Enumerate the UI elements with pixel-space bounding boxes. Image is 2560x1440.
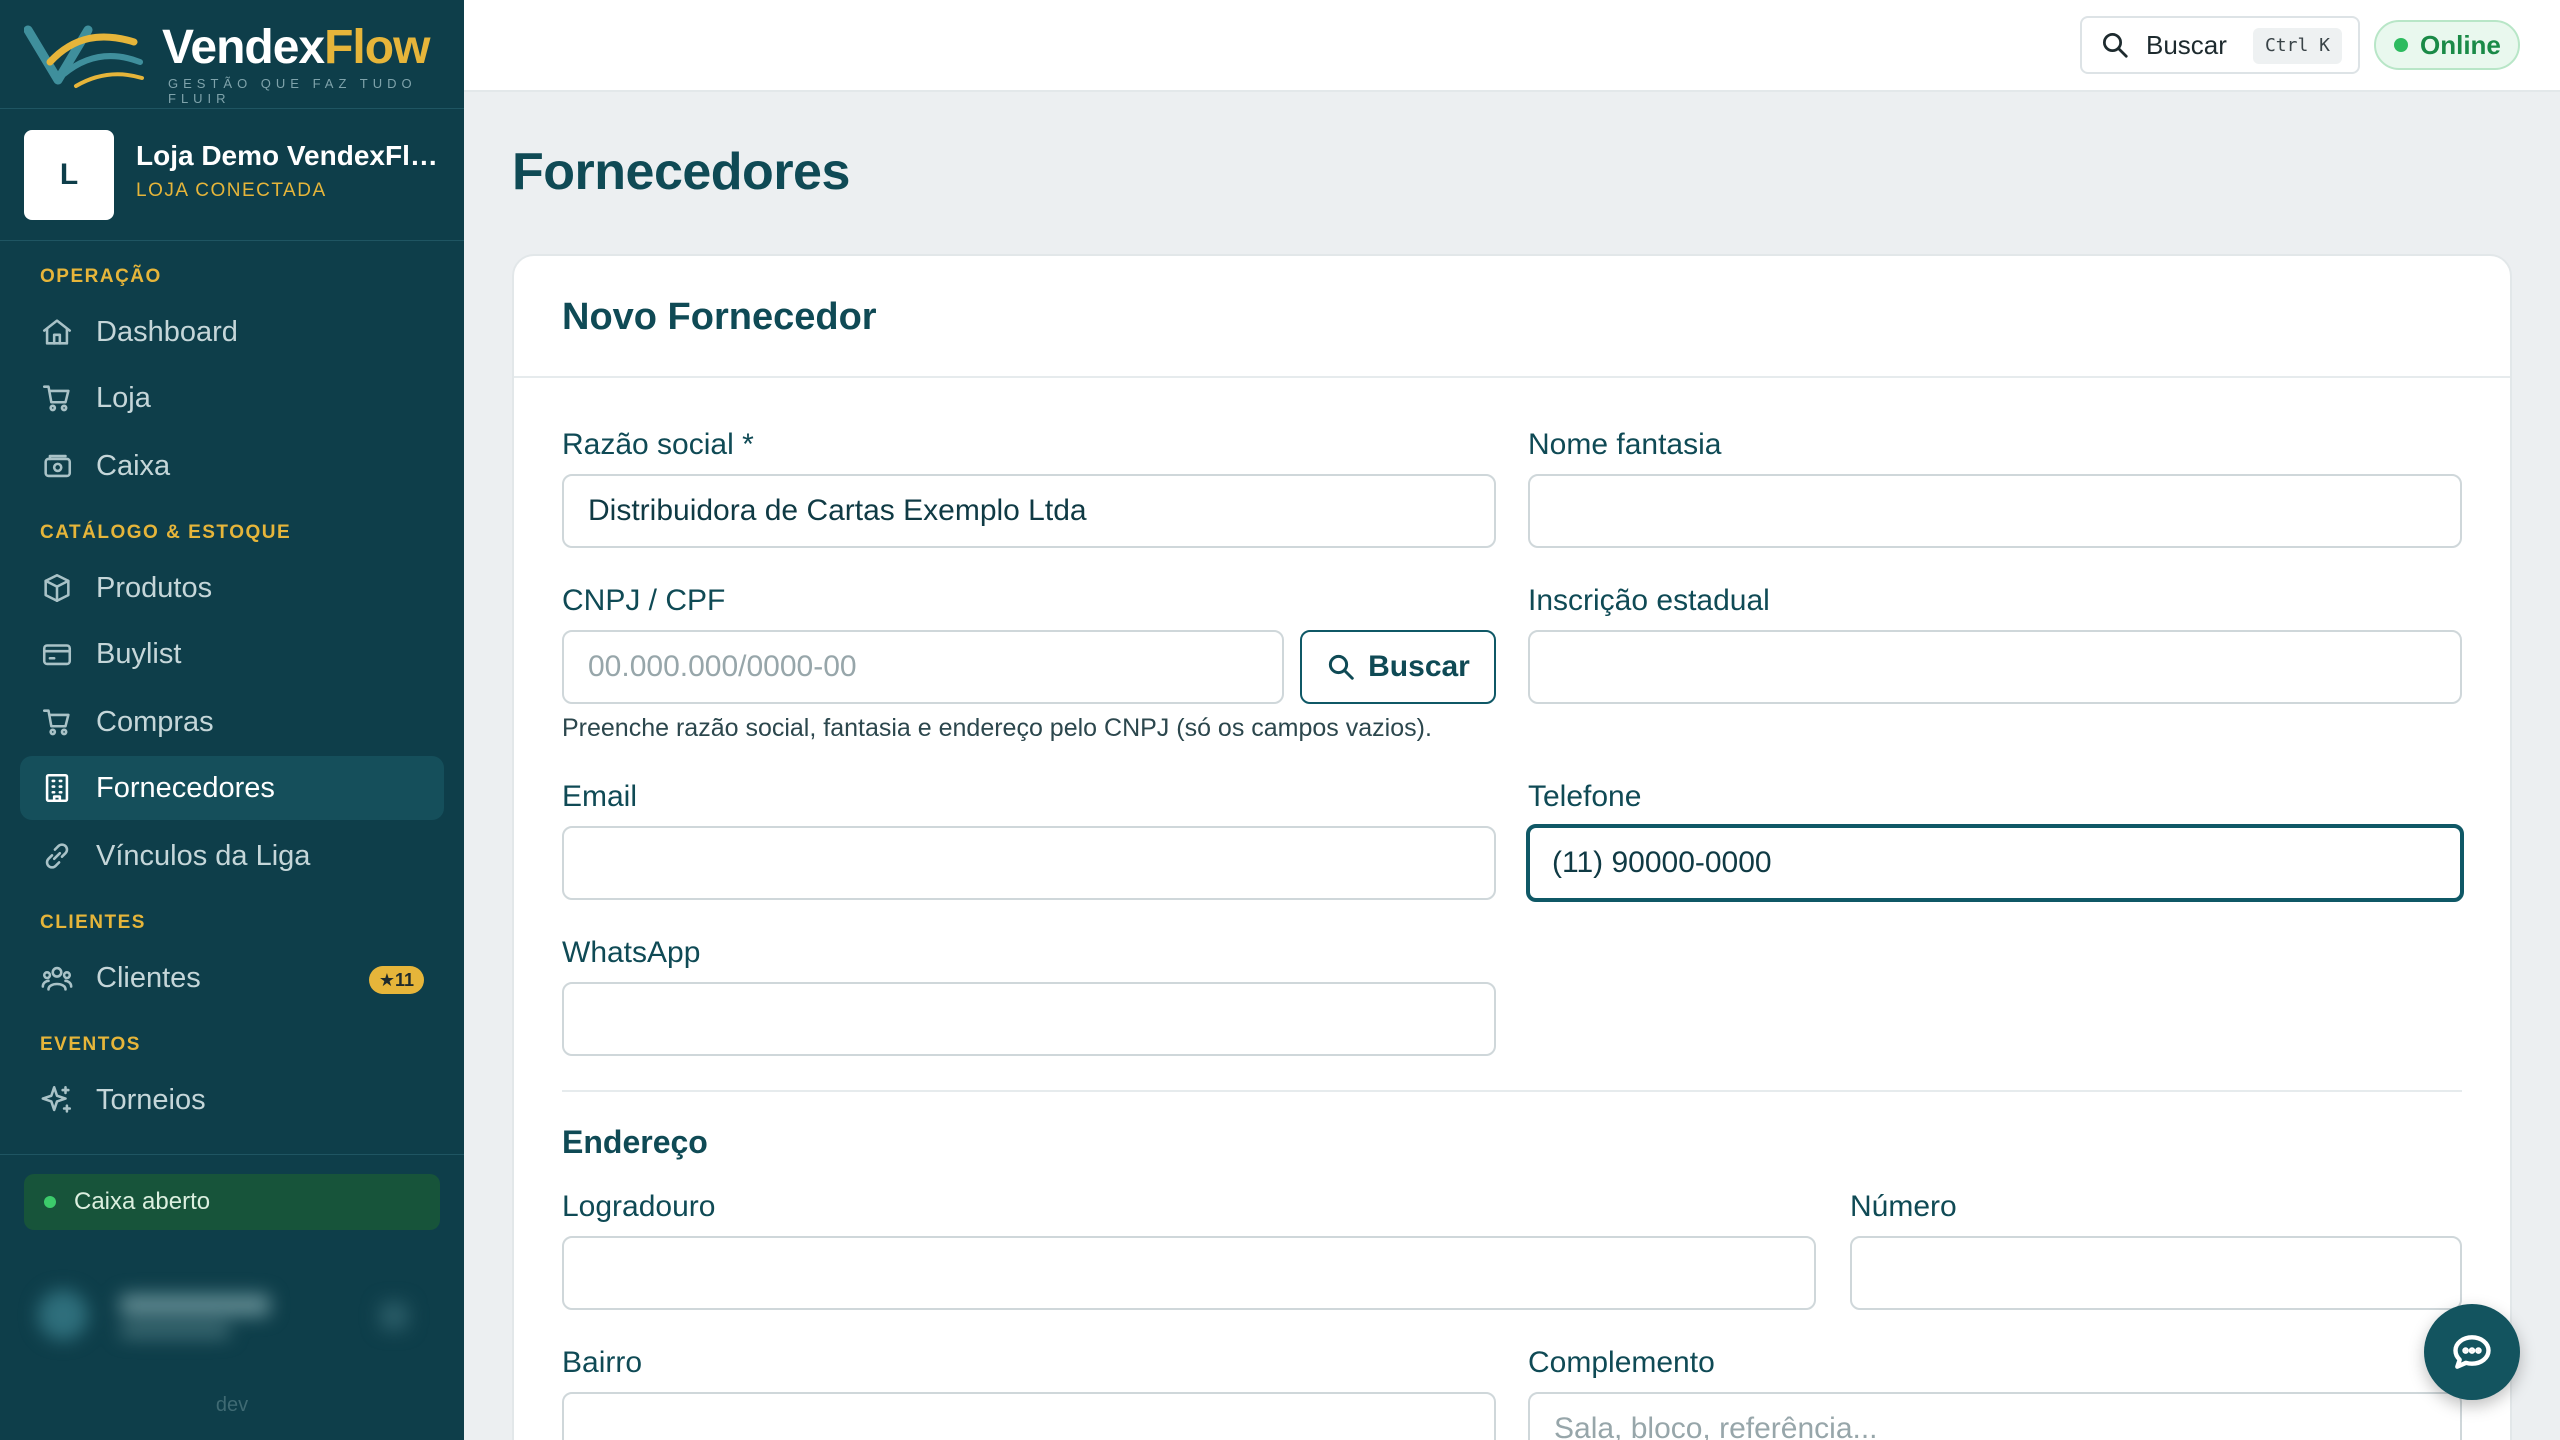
- nav-section-clientes: CLIENTES: [40, 912, 146, 933]
- status-dot-icon: [44, 1196, 56, 1208]
- nav-section-operacao: OPERAÇÃO: [40, 266, 162, 287]
- online-status-label: Online: [2420, 29, 2501, 60]
- user-profile-blurred[interactable]: [30, 1280, 410, 1350]
- cart-icon: [40, 705, 74, 739]
- sidebar-item-label: Caixa: [96, 449, 171, 482]
- search-icon: [1329, 654, 1354, 680]
- search-label: Buscar: [2146, 29, 2227, 60]
- sidebar-item-vinculos-da-liga[interactable]: Vínculos da Liga: [20, 824, 444, 888]
- clientes-badge: ★11: [368, 966, 424, 994]
- complemento-input[interactable]: [1528, 1392, 2462, 1440]
- sidebar-item-label: Compras: [96, 705, 214, 738]
- store-avatar: L: [24, 130, 114, 220]
- nome-fantasia-input[interactable]: [1528, 474, 2462, 548]
- link-icon: [40, 839, 74, 873]
- status-dot-icon: [2394, 38, 2408, 52]
- brand-tagline: GESTÃO QUE FAZ TUDO FLUIR: [168, 76, 417, 106]
- home-icon: [40, 315, 74, 349]
- razao-social-label: Razão social *: [562, 428, 754, 461]
- chat-button[interactable]: [2424, 1304, 2520, 1400]
- whatsapp-input[interactable]: [562, 982, 1496, 1056]
- chat-icon: [2453, 1335, 2491, 1369]
- numero-label: Número: [1850, 1190, 1957, 1223]
- inscricao-estadual-label: Inscrição estadual: [1528, 584, 1770, 617]
- address-section-title: Endereço: [562, 1124, 708, 1160]
- online-status-badge: Online: [2374, 20, 2520, 70]
- numero-input[interactable]: [1850, 1236, 2462, 1310]
- sidebar-item-clientes[interactable]: Clientes ★11: [20, 946, 444, 1010]
- sidebar-item-label: Vínculos da Liga: [96, 839, 311, 872]
- complemento-label: Complemento: [1528, 1346, 1715, 1379]
- app-root: VendexFlow GESTÃO QUE FAZ TUDO FLUIR L L…: [0, 0, 2560, 1440]
- card-header: Novo Fornecedor: [514, 256, 2510, 378]
- sidebar-item-produtos[interactable]: Produtos: [20, 556, 444, 620]
- cnpj-hint: Preenche razão social, fantasia e endere…: [562, 714, 1432, 742]
- sidebar-item-buylist[interactable]: Buylist: [20, 622, 444, 686]
- inscricao-estadual-input[interactable]: [1528, 630, 2462, 704]
- sidebar-divider: [0, 240, 464, 241]
- store-selector[interactable]: L Loja Demo VendexFlow LOJA CONECTADA: [24, 130, 446, 222]
- sparkle-icon: [40, 1083, 74, 1117]
- sidebar-item-label: Buylist: [96, 637, 182, 670]
- sidebar-item-label: Clientes: [96, 961, 201, 994]
- sidebar-item-fornecedores[interactable]: Fornecedores: [20, 756, 444, 820]
- building-icon: [40, 771, 74, 805]
- nome-fantasia-label: Nome fantasia: [1528, 428, 1722, 461]
- sidebar-divider: [0, 1154, 464, 1155]
- cnpj-input[interactable]: [562, 630, 1284, 704]
- logradouro-input[interactable]: [562, 1236, 1816, 1310]
- cnpj-lookup-button[interactable]: Buscar: [1300, 630, 1496, 704]
- sidebar-item-label: Produtos: [96, 571, 213, 604]
- razao-social-input[interactable]: [562, 474, 1496, 548]
- brand-logo-icon: [24, 25, 144, 88]
- telefone-input[interactable]: [1526, 824, 2464, 902]
- blurred-user-action: [380, 1302, 408, 1330]
- sidebar-item-label: Dashboard: [96, 315, 238, 348]
- sidebar-item-caixa[interactable]: Caixa: [20, 434, 444, 498]
- form-title: Novo Fornecedor: [562, 296, 877, 338]
- cnpj-lookup-label: Buscar: [1368, 650, 1470, 683]
- store-name: Loja Demo VendexFlow: [136, 140, 446, 171]
- nav-section-catalogo: CATÁLOGO & ESTOQUE: [40, 522, 292, 543]
- cash-status-badge[interactable]: Caixa aberto: [24, 1174, 440, 1230]
- email-label: Email: [562, 780, 638, 813]
- search-icon: [2103, 33, 2128, 58]
- bairro-input[interactable]: [562, 1392, 1496, 1440]
- sidebar-divider: [0, 108, 464, 109]
- section-divider: [562, 1090, 2462, 1092]
- register-icon: [40, 449, 74, 483]
- avatar: [38, 1290, 88, 1340]
- topbar: Buscar Ctrl K Online: [464, 0, 2560, 92]
- environment-label: dev: [215, 1394, 249, 1416]
- sidebar-item-dashboard[interactable]: Dashboard: [20, 300, 444, 364]
- sidebar-item-torneios[interactable]: Torneios: [20, 1068, 444, 1132]
- cash-status-label: Caixa aberto: [74, 1188, 211, 1215]
- blurred-user-role: [120, 1324, 230, 1338]
- brand[interactable]: VendexFlow GESTÃO QUE FAZ TUDO FLUIR: [24, 12, 444, 106]
- cart-icon: [40, 381, 74, 415]
- page-title: Fornecedores: [512, 143, 850, 201]
- search-button[interactable]: Buscar Ctrl K: [2080, 16, 2360, 74]
- search-shortcut: Ctrl K: [2252, 28, 2342, 64]
- sidebar-item-loja[interactable]: Loja: [20, 366, 444, 430]
- sidebar-item-label: Fornecedores: [96, 771, 275, 804]
- blurred-user-name: [120, 1294, 270, 1316]
- store-status: LOJA CONECTADA: [136, 180, 327, 201]
- sidebar-item-compras[interactable]: Compras: [20, 690, 444, 754]
- brand-name: VendexFlow: [162, 21, 430, 74]
- email-input[interactable]: [562, 826, 1496, 900]
- bairro-label: Bairro: [562, 1346, 643, 1379]
- users-icon: [40, 961, 74, 995]
- sidebar-item-label: Loja: [96, 381, 151, 414]
- sidebar: VendexFlow GESTÃO QUE FAZ TUDO FLUIR L L…: [0, 0, 464, 1440]
- cnpj-label: CNPJ / CPF: [562, 584, 726, 617]
- whatsapp-label: WhatsApp: [562, 936, 701, 969]
- sidebar-item-label: Torneios: [96, 1083, 206, 1116]
- telefone-label: Telefone: [1528, 780, 1642, 813]
- nav-section-eventos: EVENTOS: [40, 1034, 141, 1055]
- logradouro-label: Logradouro: [562, 1190, 716, 1223]
- card-icon: [40, 637, 74, 671]
- box-icon: [40, 571, 74, 605]
